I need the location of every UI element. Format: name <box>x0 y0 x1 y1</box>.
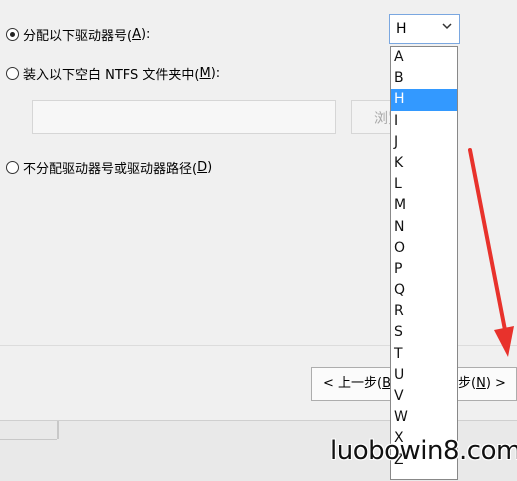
drive-letter-option-l[interactable]: L <box>391 174 457 195</box>
drive-letter-option-s[interactable]: S <box>391 322 457 343</box>
mount-folder-accesskey: M <box>199 66 211 81</box>
next-label: 步( <box>458 376 477 391</box>
next-accesskey: N <box>476 376 486 391</box>
folder-path-input[interactable] <box>32 100 336 134</box>
drive-letter-value: H <box>396 21 407 37</box>
back-label: < 上一步( <box>323 376 383 391</box>
drive-letter-option-b[interactable]: B <box>391 68 457 89</box>
drive-letter-option-w[interactable]: W <box>391 407 457 428</box>
strip-divider <box>57 421 59 439</box>
assign-letter-label: 分配以下驱动器号( <box>23 29 133 44</box>
drive-letter-option-o[interactable]: O <box>391 238 457 259</box>
radio-mount-folder[interactable]: 装入以下空白 NTFS 文件夹中(M): <box>6 64 220 83</box>
assign-letter-accesskey: A <box>132 27 141 42</box>
drive-letter-option-t[interactable]: T <box>391 344 457 365</box>
assign-letter-suffix: ): <box>140 27 151 42</box>
drive-letter-option-i[interactable]: I <box>391 111 457 132</box>
drive-letter-option-u[interactable]: U <box>391 365 457 386</box>
no-letter-suffix: ) <box>207 160 213 175</box>
drive-letter-dropdown-list[interactable]: ABHIJKLMNOPQRSTUVWXZ <box>390 46 458 480</box>
drive-letter-option-a[interactable]: A <box>391 47 457 68</box>
watermark: luobowin8.com <box>330 436 517 466</box>
no-letter-accesskey: D <box>197 160 208 175</box>
radio-button-checked[interactable] <box>6 28 19 41</box>
mount-folder-label: 装入以下空白 NTFS 文件夹中( <box>23 68 200 83</box>
radio-assign-letter[interactable]: 分配以下驱动器号(A): <box>6 25 150 44</box>
drive-letter-option-q[interactable]: Q <box>391 280 457 301</box>
drive-letter-option-j[interactable]: J <box>391 132 457 153</box>
drive-letter-option-h[interactable]: H <box>391 89 457 111</box>
drive-letter-option-p[interactable]: P <box>391 259 457 280</box>
no-letter-label: 不分配驱动器号或驱动器路径( <box>23 162 198 177</box>
drive-letter-option-m[interactable]: M <box>391 195 457 216</box>
mount-folder-suffix: ): <box>210 66 221 81</box>
strip-line <box>0 439 57 440</box>
drive-letter-select[interactable]: H <box>389 14 460 44</box>
next-button[interactable]: 步(N) > <box>458 367 517 401</box>
drive-letter-option-k[interactable]: K <box>391 153 457 174</box>
radio-no-letter[interactable]: 不分配驱动器号或驱动器路径(D) <box>6 158 212 177</box>
chevron-down-icon[interactable] <box>441 20 453 35</box>
radio-button[interactable] <box>6 161 19 174</box>
drive-letter-option-r[interactable]: R <box>391 301 457 322</box>
drive-letter-option-n[interactable]: N <box>391 217 457 238</box>
radio-button[interactable] <box>6 67 19 80</box>
next-suffix: ) > <box>485 376 506 391</box>
browse-button[interactable]: 浏览 <box>351 100 391 134</box>
drive-letter-option-v[interactable]: V <box>391 386 457 407</box>
back-button[interactable]: < 上一步(B) <box>311 367 391 401</box>
